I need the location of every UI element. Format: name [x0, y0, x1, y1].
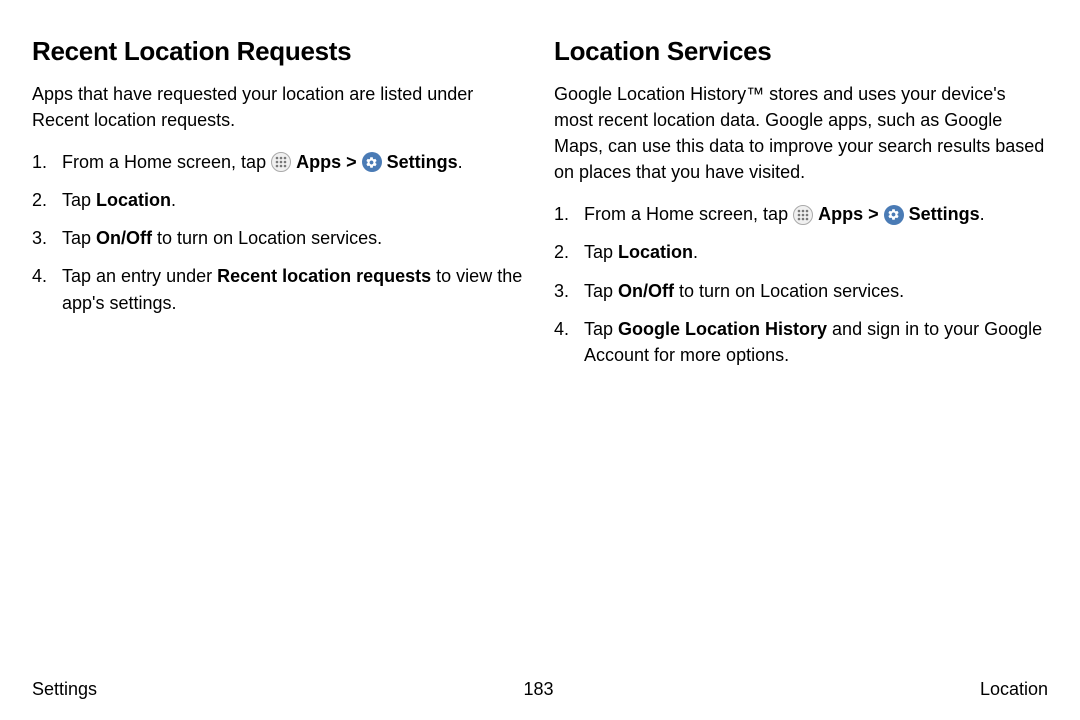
step-2-left: Tap Location.: [32, 187, 526, 213]
heading-recent-location-requests: Recent Location Requests: [32, 36, 526, 67]
steps-list-left: From a Home screen, tap Apps > Settings.…: [32, 149, 526, 315]
step-4-left: Tap an entry under Recent location reque…: [32, 263, 526, 315]
footer-left: Settings: [32, 679, 97, 700]
apps-icon: [793, 205, 813, 225]
steps-list-right: From a Home screen, tap Apps > Settings.…: [554, 201, 1048, 367]
gear-icon: [362, 152, 382, 172]
step-4-right: Tap Google Location History and sign in …: [554, 316, 1048, 368]
step-2-right: Tap Location.: [554, 239, 1048, 265]
apps-icon: [271, 152, 291, 172]
heading-location-services: Location Services: [554, 36, 1048, 67]
gear-icon: [884, 205, 904, 225]
right-column: Location Services Google Location Histor…: [554, 36, 1048, 380]
step-1-left: From a Home screen, tap Apps > Settings.: [32, 149, 526, 175]
intro-text-left: Apps that have requested your location a…: [32, 81, 526, 133]
step-3-left: Tap On/Off to turn on Location services.: [32, 225, 526, 251]
intro-text-right: Google Location History™ stores and uses…: [554, 81, 1048, 185]
page-footer: Settings 183 Location: [32, 679, 1048, 700]
step-1-right: From a Home screen, tap Apps > Settings.: [554, 201, 1048, 227]
left-column: Recent Location Requests Apps that have …: [32, 36, 526, 380]
page-number: 183: [523, 679, 553, 700]
step-3-right: Tap On/Off to turn on Location services.: [554, 278, 1048, 304]
footer-right: Location: [980, 679, 1048, 700]
